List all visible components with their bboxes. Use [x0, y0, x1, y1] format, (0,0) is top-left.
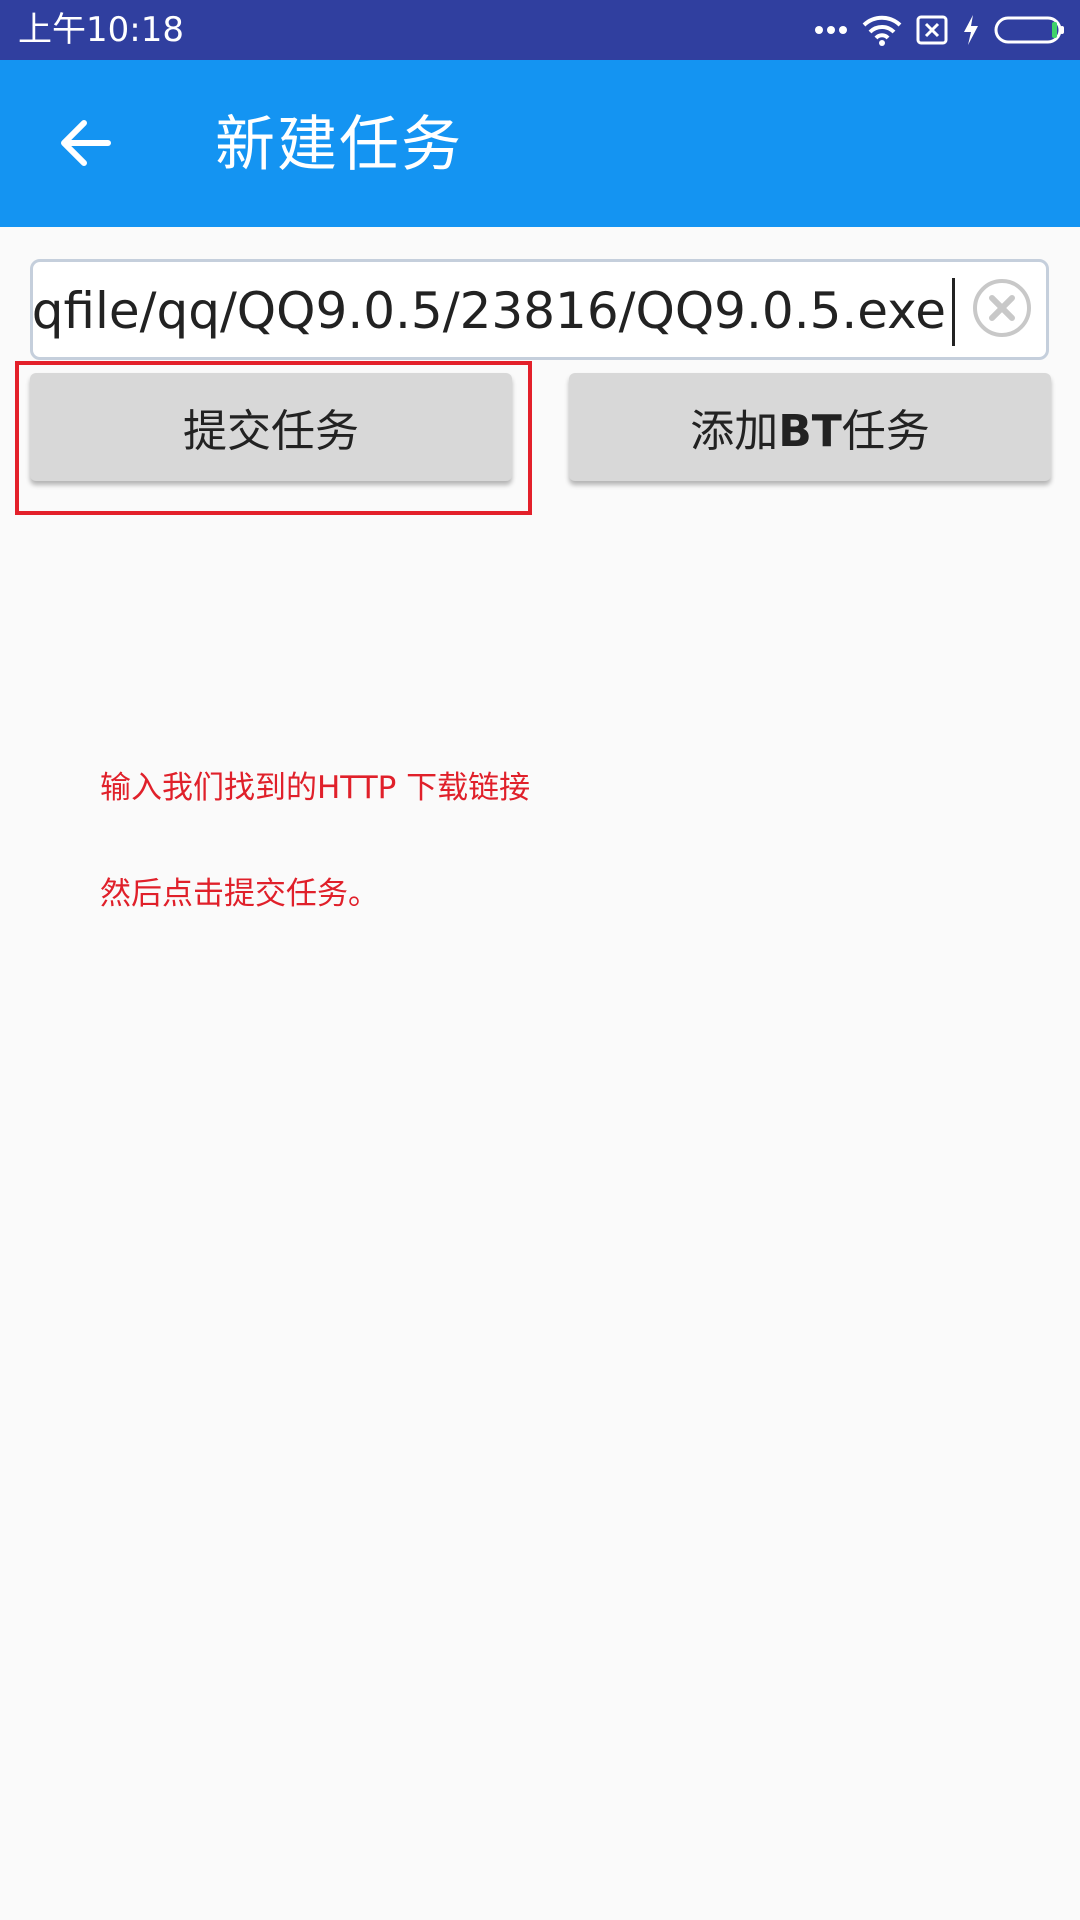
page-title: 新建任务 — [215, 110, 463, 180]
annotation-line-2: 然后点击提交任务。 — [100, 876, 379, 912]
battery-icon — [994, 15, 1066, 45]
arrow-back-icon — [58, 118, 112, 172]
status-bar: 上午10:18 — [0, 0, 1080, 60]
url-input-value[interactable]: qqfile/qq/QQ9.0.5/23816/QQ9.0.5.exe — [33, 274, 946, 348]
add-bt-task-label: 添加BT任务 — [690, 406, 930, 457]
wifi-icon — [862, 14, 902, 46]
annotation-line-1: 输入我们找到的HTTP 下载链接 — [100, 770, 531, 806]
add-bt-task-button[interactable]: 添加BT任务 — [569, 373, 1051, 481]
url-input[interactable]: qqfile/qq/QQ9.0.5/23816/QQ9.0.5.exe — [30, 259, 1049, 360]
clear-input-button[interactable] — [968, 276, 1036, 344]
status-time: 上午10:18 — [18, 10, 184, 50]
app-bar: 新建任务 — [0, 60, 1080, 227]
charging-icon — [962, 14, 980, 46]
text-cursor — [952, 278, 955, 346]
status-icons — [814, 12, 1066, 48]
highlight-box — [15, 361, 532, 515]
more-dots-icon — [814, 25, 848, 35]
sim-x-icon — [916, 15, 948, 45]
back-button[interactable] — [40, 105, 130, 185]
close-circle-icon — [971, 277, 1033, 343]
